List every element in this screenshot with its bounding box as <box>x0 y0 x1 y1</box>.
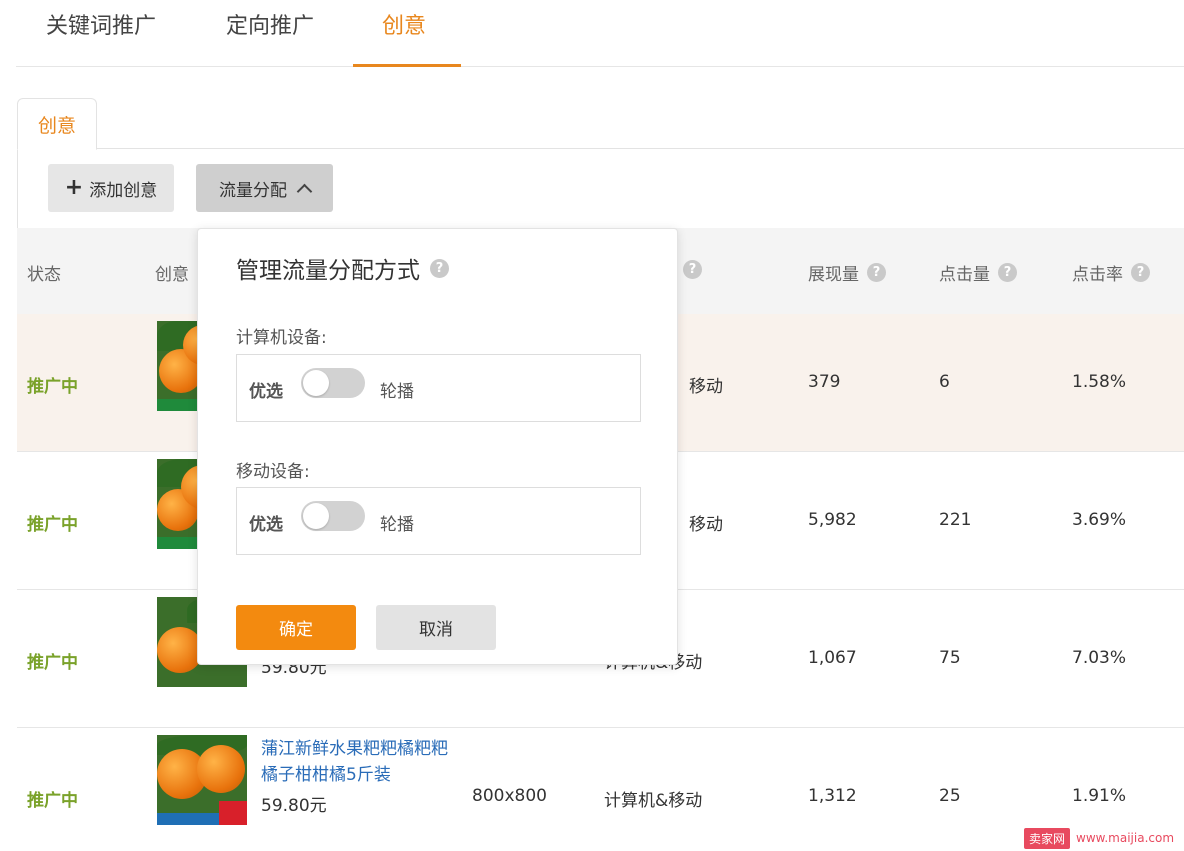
creative-size: 800x800 <box>472 786 547 806</box>
popup-title-text: 管理流量分配方式 <box>236 258 420 284</box>
computer-device-label: 计算机设备: <box>236 328 327 348</box>
cancel-button[interactable]: 取消 <box>376 605 496 650</box>
help-icon[interactable]: ? <box>998 263 1017 282</box>
watermark-url: www.maijia.com <box>1076 831 1175 845</box>
sub-tab-creative[interactable]: 创意 <box>17 98 97 150</box>
tab-creative[interactable]: 创意 <box>382 8 426 40</box>
clicks-value: 25 <box>939 786 961 806</box>
toggle-knob <box>303 370 329 396</box>
header-clicks-label: 点击量 <box>939 265 990 285</box>
confirm-button[interactable]: 确定 <box>236 605 356 650</box>
header-ctr-label: 点击率 <box>1072 265 1123 285</box>
toggle-knob <box>303 503 329 529</box>
impressions-value: 5,982 <box>808 510 857 530</box>
creative-price: 59.80元 <box>261 796 327 816</box>
thumbnail-price-tag <box>219 801 247 825</box>
impressions-value: 1,067 <box>808 648 857 668</box>
top-tab-bar: 关键词推广 定向推广 创意 <box>16 0 1184 67</box>
orange-shape <box>197 745 245 793</box>
clicks-value: 221 <box>939 510 972 530</box>
help-icon[interactable]: ? <box>1131 263 1150 282</box>
device-text: 移动 <box>689 377 723 397</box>
status-text: 推广中 <box>27 377 78 397</box>
traffic-allocation-popup: 管理流量分配方式 ? 计算机设备: 优选 轮播 移动设备: 优选 轮播 确定 取… <box>197 228 678 665</box>
watermark: 卖家网 www.maijia.com <box>1024 827 1175 849</box>
tab-targeted-promotion[interactable]: 定向推广 <box>226 8 314 40</box>
status-text: 推广中 <box>27 515 78 535</box>
help-icon[interactable]: ? <box>430 258 449 278</box>
computer-device-toggle[interactable] <box>301 368 365 398</box>
add-creative-button[interactable]: + 添加创意 <box>48 164 174 212</box>
header-creative: 创意 <box>155 260 189 285</box>
header-device: ? <box>683 260 702 279</box>
header-clicks: 点击量? <box>939 260 1017 285</box>
clicks-value: 75 <box>939 648 961 668</box>
rotation-option-label: 轮播 <box>380 515 414 535</box>
traffic-allocation-button[interactable]: 流量分配 <box>196 164 333 212</box>
header-creative-label: 创意 <box>155 265 189 285</box>
mobile-device-label: 移动设备: <box>236 462 310 482</box>
table-row: 推广中 蒲江新鲜水果粑粑橘粑粑橘子柑柑橘5斤装 59.80元 800x800 计… <box>17 728 1184 851</box>
status-text: 推广中 <box>27 653 78 673</box>
watermark-badge: 卖家网 <box>1024 827 1071 849</box>
help-icon[interactable]: ? <box>867 263 886 282</box>
creative-thumbnail[interactable] <box>157 735 247 825</box>
ctr-value: 1.58% <box>1072 372 1127 392</box>
header-status: 状态 <box>27 260 61 285</box>
device-text: 移动 <box>689 515 723 535</box>
preferred-option-label: 优选 <box>249 515 283 535</box>
traffic-allocation-label: 流量分配 <box>219 180 287 201</box>
mobile-device-toggle[interactable] <box>301 501 365 531</box>
popup-title: 管理流量分配方式 ? <box>236 251 449 285</box>
header-impressions-label: 展现量 <box>808 265 859 285</box>
ctr-value: 1.91% <box>1072 786 1127 806</box>
status-text: 推广中 <box>27 791 78 811</box>
header-status-label: 状态 <box>27 265 61 285</box>
ctr-value: 7.03% <box>1072 648 1127 668</box>
computer-device-toggle-box: 优选 轮播 <box>236 354 641 422</box>
device-text: 计算机&移动 <box>604 791 703 811</box>
ctr-value: 3.69% <box>1072 510 1127 530</box>
help-icon[interactable]: ? <box>683 260 702 279</box>
impressions-value: 1,312 <box>808 786 857 806</box>
tab-keyword-promotion[interactable]: 关键词推广 <box>46 8 156 40</box>
header-impressions: 展现量? <box>808 260 886 285</box>
preferred-option-label: 优选 <box>249 382 283 402</box>
active-tab-underline <box>353 64 461 67</box>
creative-title-link[interactable]: 蒲江新鲜水果粑粑橘粑粑橘子柑柑橘5斤装 <box>261 736 451 788</box>
add-creative-label: 添加创意 <box>89 180 158 201</box>
toolbar-panel <box>17 148 1184 228</box>
impressions-value: 379 <box>808 372 841 392</box>
mobile-device-toggle-box: 优选 轮播 <box>236 487 641 555</box>
plus-icon: + <box>64 175 84 200</box>
header-ctr: 点击率? <box>1072 260 1150 285</box>
clicks-value: 6 <box>939 372 950 392</box>
chevron-up-icon <box>296 183 313 199</box>
rotation-option-label: 轮播 <box>380 382 414 402</box>
